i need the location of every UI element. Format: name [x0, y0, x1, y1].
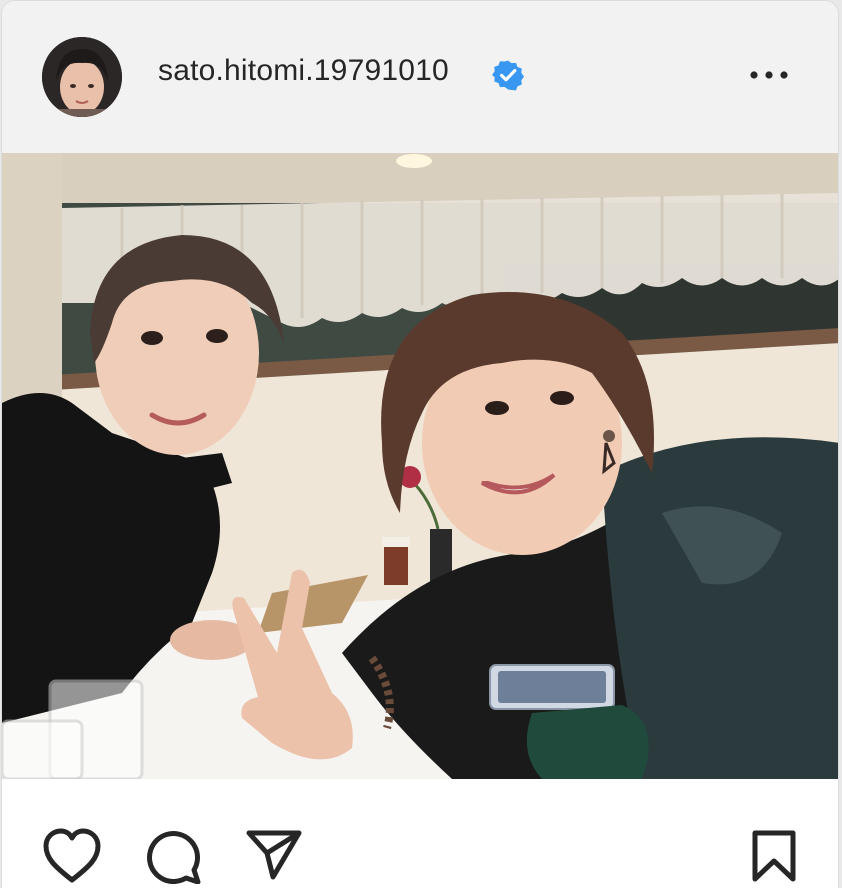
instagram-post: sato.hitomi.19791010 [1, 0, 839, 888]
heart-icon[interactable] [42, 828, 102, 884]
comment-icon[interactable] [144, 826, 202, 884]
more-options-icon[interactable] [744, 59, 794, 91]
selfie-photo-image [2, 153, 838, 779]
username-link[interactable]: sato.hitomi.19791010 [158, 54, 449, 88]
post-header: sato.hitomi.19791010 [2, 1, 838, 153]
bookmark-icon[interactable] [751, 829, 797, 883]
avatar-image [42, 37, 122, 117]
post-action-bar [2, 779, 838, 888]
profile-avatar[interactable] [42, 37, 122, 117]
paper-plane-icon[interactable] [245, 827, 303, 881]
verified-badge-icon [492, 60, 524, 91]
post-photo[interactable] [2, 153, 838, 779]
